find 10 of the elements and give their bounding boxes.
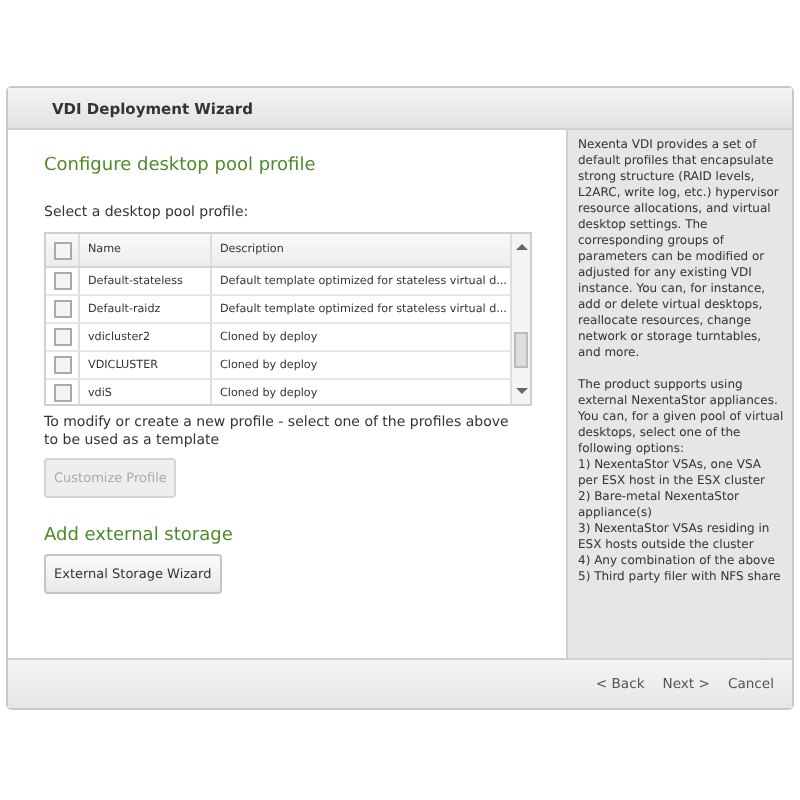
row-checkbox[interactable] xyxy=(53,272,71,290)
row-checkbox[interactable] xyxy=(53,384,71,402)
row-checkbox[interactable] xyxy=(53,328,71,346)
section-title: Add external storage xyxy=(44,526,233,546)
section-title: Configure desktop pool profile xyxy=(44,156,316,176)
scroll-thumb[interactable] xyxy=(514,332,528,368)
row-checkbox[interactable] xyxy=(53,356,71,374)
select-all-checkbox[interactable] xyxy=(53,241,71,259)
scrollbar[interactable] xyxy=(510,234,530,404)
row-checkbox[interactable] xyxy=(53,300,71,318)
